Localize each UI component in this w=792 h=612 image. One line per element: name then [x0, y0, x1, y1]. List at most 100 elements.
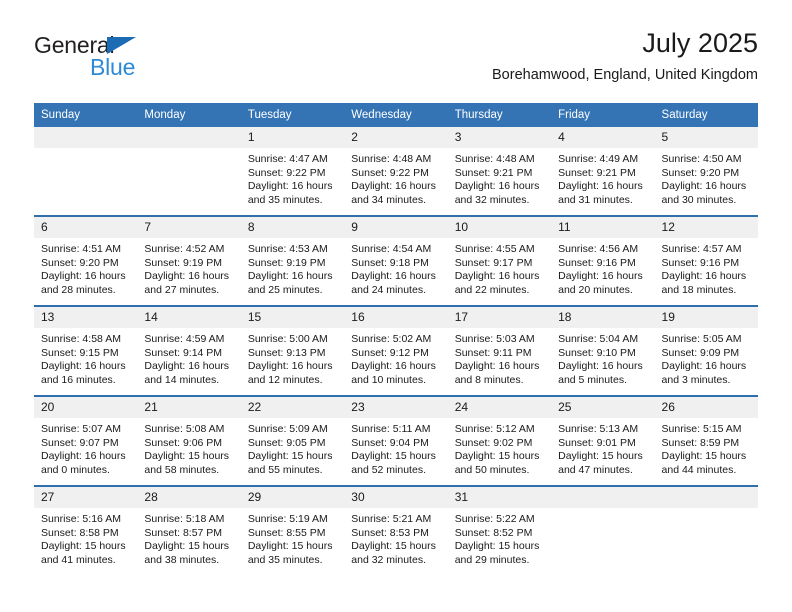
- calendar-day-cell[interactable]: 13 Sunrise: 4:58 AM Sunset: 9:15 PM Dayligh…: [34, 305, 138, 396]
- calendar-day-cell[interactable]: 18 Sunrise: 5:04 AM Sunset: 9:10 PM Dayligh…: [551, 305, 655, 396]
- day-details: Sunrise: 5:00 AM Sunset: 9:13 PM Daylight:…: [241, 328, 344, 387]
- day-number: [137, 127, 241, 148]
- calendar-day-cell[interactable]: 22 Sunrise: 5:09 AM Sunset: 9:05 PM Dayligh…: [240, 395, 345, 486]
- day-details: Sunrise: 4:54 AM Sunset: 9:18 PM Daylight:…: [344, 238, 447, 297]
- calendar-day-cell[interactable]: 31 Sunrise: 5:22 AM Sunset: 8:52 PM Dayligh…: [447, 485, 552, 575]
- day-number: 7: [137, 217, 241, 238]
- calendar-day-cell[interactable]: 27 Sunrise: 5:16 AM Sunset: 8:58 PM Dayligh…: [34, 485, 138, 575]
- daylight-text: Daylight: 15 hours and 29 minutes.: [454, 540, 540, 566]
- day-details: Sunrise: 5:12 AM Sunset: 9:02 PM Daylight:…: [448, 418, 551, 477]
- sunset-text: Sunset: 9:09 PM: [661, 346, 740, 359]
- sunrise-text: Sunrise: 4:57 AM: [661, 243, 742, 255]
- day-details: Sunrise: 5:22 AM Sunset: 8:52 PM Daylight:…: [448, 508, 551, 567]
- sunrise-text: Sunrise: 4:52 AM: [144, 243, 225, 255]
- day-details: Sunrise: 5:09 AM Sunset: 9:05 PM Daylight:…: [241, 418, 344, 477]
- calendar-day-cell[interactable]: 29 Sunrise: 5:19 AM Sunset: 8:55 PM Dayligh…: [240, 485, 345, 575]
- day-number: 15: [240, 307, 345, 328]
- calendar-header-row: Sunday Monday Tuesday Wednesday Thursday…: [34, 103, 758, 127]
- calendar-day-cell[interactable]: 21 Sunrise: 5:08 AM Sunset: 9:06 PM Dayligh…: [137, 395, 241, 486]
- sunset-text: Sunset: 8:59 PM: [661, 436, 740, 449]
- sunset-text: Sunset: 8:57 PM: [144, 526, 223, 539]
- sunset-text: Sunset: 9:18 PM: [351, 256, 429, 269]
- calendar-week-row: 20 Sunrise: 5:07 AM Sunset: 9:07 PM Dayligh…: [34, 395, 758, 486]
- calendar-cell-empty: [551, 485, 655, 575]
- day-number: 2: [344, 127, 448, 148]
- daylight-text: Daylight: 15 hours and 55 minutes.: [247, 450, 333, 476]
- day-details: Sunrise: 4:52 AM Sunset: 9:19 PM Daylight:…: [137, 238, 240, 297]
- sunrise-text: Sunrise: 4:51 AM: [41, 243, 121, 255]
- sunrise-text: Sunrise: 5:11 AM: [351, 423, 431, 435]
- calendar-day-cell[interactable]: 23 Sunrise: 5:11 AM Sunset: 9:04 PM Dayligh…: [344, 395, 448, 486]
- calendar-day-cell[interactable]: 20 Sunrise: 5:07 AM Sunset: 9:07 PM Dayligh…: [34, 395, 138, 486]
- calendar-cell-empty: [34, 127, 138, 216]
- sunrise-text: Sunrise: 5:13 AM: [558, 423, 639, 435]
- day-number: 8: [240, 217, 345, 238]
- daylight-text: Daylight: 16 hours and 28 minutes.: [41, 270, 126, 296]
- daylight-text: Daylight: 16 hours and 30 minutes.: [661, 180, 747, 206]
- sunset-text: Sunset: 9:02 PM: [454, 436, 533, 449]
- calendar-day-cell[interactable]: 2 Sunrise: 4:48 AM Sunset: 9:22 PM Daylight…: [344, 127, 448, 216]
- sunrise-text: Sunrise: 5:04 AM: [558, 333, 639, 345]
- day-number: 16: [344, 307, 448, 328]
- sunset-text: Sunset: 9:17 PM: [454, 256, 533, 269]
- daylight-text: Daylight: 15 hours and 47 minutes.: [558, 450, 643, 476]
- calendar-day-cell[interactable]: 8 Sunrise: 4:53 AM Sunset: 9:19 PM Daylight…: [240, 215, 345, 306]
- sunset-text: Sunset: 9:21 PM: [454, 166, 533, 179]
- calendar-day-cell[interactable]: 25 Sunrise: 5:13 AM Sunset: 9:01 PM Dayligh…: [551, 395, 655, 486]
- day-details: Sunrise: 4:50 AM Sunset: 9:20 PM Daylight:…: [655, 148, 758, 207]
- calendar-day-cell[interactable]: 24 Sunrise: 5:12 AM Sunset: 9:02 PM Dayligh…: [447, 395, 552, 486]
- day-number: 6: [34, 217, 138, 238]
- day-number: 23: [344, 397, 448, 418]
- calendar-day-cell[interactable]: 16 Sunrise: 5:02 AM Sunset: 9:12 PM Dayligh…: [344, 305, 448, 396]
- calendar-day-cell[interactable]: 26 Sunrise: 5:15 AM Sunset: 8:59 PM Dayligh…: [654, 395, 758, 486]
- day-number: 30: [344, 487, 448, 508]
- calendar-day-cell[interactable]: 12 Sunrise: 4:57 AM Sunset: 9:16 PM Dayligh…: [654, 215, 758, 306]
- calendar-day-cell[interactable]: 7 Sunrise: 4:52 AM Sunset: 9:19 PM Daylight…: [137, 215, 241, 306]
- calendar-week-row: 1 Sunrise: 4:47 AM Sunset: 9:22 PM Daylight…: [34, 127, 758, 216]
- day-number: 14: [137, 307, 241, 328]
- day-details: Sunrise: 4:59 AM Sunset: 9:14 PM Daylight:…: [137, 328, 240, 387]
- location-subtitle: Borehamwood, England, United Kingdom: [492, 67, 758, 84]
- calendar-day-cell[interactable]: 14 Sunrise: 4:59 AM Sunset: 9:14 PM Dayligh…: [137, 305, 241, 396]
- daylight-text: Daylight: 16 hours and 8 minutes.: [454, 360, 540, 386]
- calendar-day-cell[interactable]: 30 Sunrise: 5:21 AM Sunset: 8:53 PM Dayligh…: [344, 485, 448, 575]
- calendar-day-cell[interactable]: 15 Sunrise: 5:00 AM Sunset: 9:13 PM Dayligh…: [240, 305, 345, 396]
- sunset-text: Sunset: 8:53 PM: [351, 526, 429, 539]
- sunrise-text: Sunrise: 5:07 AM: [41, 423, 121, 435]
- calendar-day-cell[interactable]: 4 Sunrise: 4:49 AM Sunset: 9:21 PM Daylight…: [551, 127, 655, 216]
- sunrise-text: Sunrise: 4:58 AM: [41, 333, 121, 345]
- calendar-day-cell[interactable]: 11 Sunrise: 4:56 AM Sunset: 9:16 PM Dayligh…: [551, 215, 655, 306]
- sunrise-text: Sunrise: 4:48 AM: [454, 153, 535, 165]
- day-details: Sunrise: 5:16 AM Sunset: 8:58 PM Daylight:…: [34, 508, 137, 567]
- day-details: Sunrise: 5:13 AM Sunset: 9:01 PM Daylight:…: [551, 418, 654, 477]
- calendar-day-cell[interactable]: 28 Sunrise: 5:18 AM Sunset: 8:57 PM Dayligh…: [137, 485, 241, 575]
- daylight-text: Daylight: 16 hours and 31 minutes.: [558, 180, 643, 206]
- sunrise-text: Sunrise: 5:15 AM: [661, 423, 742, 435]
- daylight-text: Daylight: 15 hours and 52 minutes.: [351, 450, 436, 476]
- day-details: Sunrise: 5:11 AM Sunset: 9:04 PM Daylight:…: [344, 418, 447, 477]
- sunrise-text: Sunrise: 4:48 AM: [351, 153, 432, 165]
- daylight-text: Daylight: 16 hours and 10 minutes.: [351, 360, 436, 386]
- calendar-day-cell[interactable]: 10 Sunrise: 4:55 AM Sunset: 9:17 PM Dayligh…: [447, 215, 552, 306]
- sunrise-text: Sunrise: 5:00 AM: [247, 333, 328, 345]
- calendar-day-cell[interactable]: 17 Sunrise: 5:03 AM Sunset: 9:11 PM Dayligh…: [447, 305, 552, 396]
- calendar-day-cell[interactable]: 1 Sunrise: 4:47 AM Sunset: 9:22 PM Daylight…: [240, 127, 345, 216]
- calendar-day-cell[interactable]: 6 Sunrise: 4:51 AM Sunset: 9:20 PM Daylight…: [34, 215, 138, 306]
- day-details: Sunrise: 4:51 AM Sunset: 9:20 PM Daylight:…: [34, 238, 137, 297]
- sunrise-text: Sunrise: 4:47 AM: [247, 153, 328, 165]
- day-details: Sunrise: 4:58 AM Sunset: 9:15 PM Daylight:…: [34, 328, 137, 387]
- sunrise-text: Sunrise: 4:50 AM: [661, 153, 742, 165]
- sunrise-text: Sunrise: 5:05 AM: [661, 333, 742, 345]
- sunset-text: Sunset: 8:52 PM: [454, 526, 533, 539]
- day-details: Sunrise: 4:48 AM Sunset: 9:21 PM Daylight:…: [448, 148, 551, 207]
- calendar-day-cell[interactable]: 9 Sunrise: 4:54 AM Sunset: 9:18 PM Daylight…: [344, 215, 448, 306]
- calendar-day-cell[interactable]: 3 Sunrise: 4:48 AM Sunset: 9:21 PM Daylight…: [447, 127, 552, 216]
- sunset-text: Sunset: 9:06 PM: [144, 436, 223, 449]
- calendar-day-cell[interactable]: 19 Sunrise: 5:05 AM Sunset: 9:09 PM Dayligh…: [654, 305, 758, 396]
- calendar-cell-empty: [137, 127, 241, 216]
- calendar-week-row: 6 Sunrise: 4:51 AM Sunset: 9:20 PM Daylight…: [34, 215, 758, 306]
- calendar-day-cell[interactable]: 5 Sunrise: 4:50 AM Sunset: 9:20 PM Daylight…: [654, 127, 758, 216]
- day-details: Sunrise: 5:02 AM Sunset: 9:12 PM Daylight:…: [344, 328, 447, 387]
- daylight-text: Daylight: 16 hours and 20 minutes.: [558, 270, 643, 296]
- day-number: 19: [654, 307, 758, 328]
